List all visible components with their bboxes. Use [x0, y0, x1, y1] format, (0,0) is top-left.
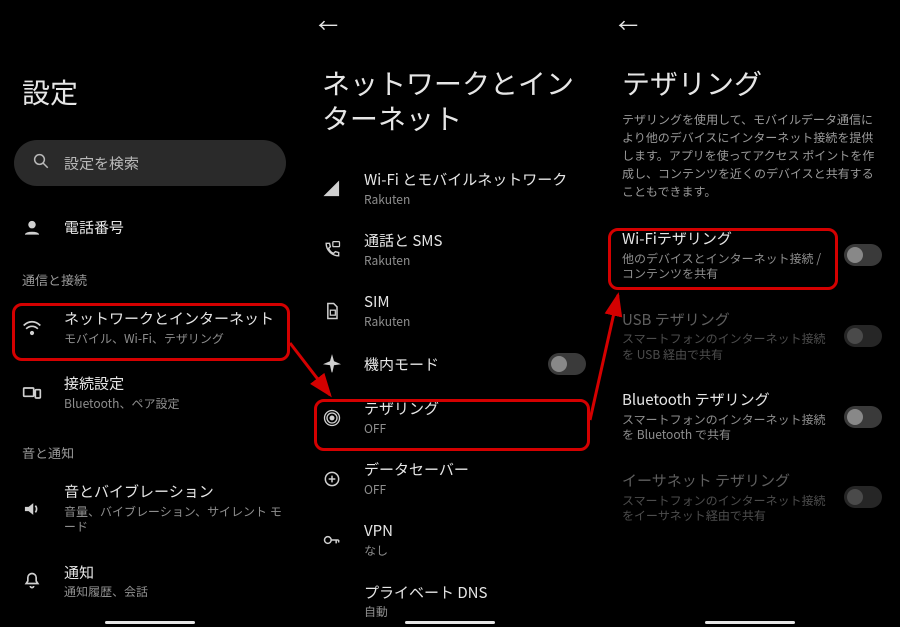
wifi-tether-item[interactable]: Wi-Fiテザリング 他のデバイスとインターネット接続 / コンテンツを共有 — [600, 215, 900, 296]
ether-tether-sub: スマートフォンのインターネット接続をイーサネット経由で共有 — [622, 493, 832, 524]
phone-number-item[interactable]: 電話番号 — [0, 204, 300, 252]
usb-tether-label: USB テザリング — [622, 310, 832, 330]
tethering-label: テザリング — [364, 399, 586, 419]
wifi-sub: Rakuten — [364, 192, 586, 208]
vpn-sub: なし — [364, 543, 586, 559]
page-title: 設定 — [0, 0, 300, 130]
section-sound-header: 音と通知 — [0, 425, 300, 468]
datasaver-sub: OFF — [364, 482, 586, 498]
nav-indicator — [705, 621, 795, 624]
ether-tether-label: イーサネット テザリング — [622, 471, 832, 491]
phone-label: 電話番号 — [64, 218, 286, 238]
page-title: ネットワークとインターネット — [300, 48, 600, 140]
wifi-tether-toggle[interactable] — [844, 244, 882, 266]
notification-label: 通知 — [64, 563, 286, 583]
section-connect-header: 通信と接続 — [0, 252, 300, 295]
sound-item[interactable]: 音とバイブレーション 音量、バイブレーション、サイレント モード — [0, 468, 300, 549]
network-sub: モバイル、Wi-Fi、テザリング — [64, 331, 286, 347]
wifi-icon — [20, 318, 44, 338]
ether-tether-toggle — [844, 486, 882, 508]
sim-icon — [320, 301, 344, 321]
airplane-toggle[interactable] — [548, 353, 586, 375]
wifi-tether-label: Wi-Fiテザリング — [622, 229, 832, 249]
bt-tether-toggle[interactable] — [844, 406, 882, 428]
back-icon[interactable]: ← — [618, 10, 638, 39]
search-icon — [32, 151, 50, 175]
sim-label: SIM — [364, 292, 586, 312]
airplane-icon — [320, 354, 344, 374]
airplane-item[interactable]: 機内モード — [300, 341, 600, 387]
nav-indicator — [105, 621, 195, 624]
sim-item[interactable]: SIM Rakuten — [300, 280, 600, 341]
ether-tether-item: イーサネット テザリング スマートフォンのインターネット接続をイーサネット経由で… — [600, 457, 900, 538]
usb-tether-item: USB テザリング スマートフォンのインターネット接続を USB 経由で共有 — [600, 296, 900, 377]
connected-label: 接続設定 — [64, 374, 286, 394]
bt-tether-item[interactable]: Bluetooth テザリング スマートフォンのインターネット接続を Bluet… — [600, 376, 900, 457]
airplane-label: 機内モード — [364, 355, 528, 375]
network-panel: ← ネットワークとインターネット Wi-Fi とモバイルネットワーク Rakut… — [300, 0, 600, 627]
search-settings[interactable]: 設定を検索 — [14, 140, 286, 186]
hotspot-icon — [320, 408, 344, 428]
wifi-mobile-item[interactable]: Wi-Fi とモバイルネットワーク Rakuten — [300, 158, 600, 219]
settings-root-panel: 設定 設定を検索 電話番号 通信と接続 ネットワークとインターネット モバイル、… — [0, 0, 300, 627]
datasaver-label: データセーバー — [364, 460, 586, 480]
phone-sms-icon — [320, 240, 344, 260]
datasaver-icon — [320, 469, 344, 489]
notification-item[interactable]: 通知 通知履歴、会話 — [0, 549, 300, 614]
network-label: ネットワークとインターネット — [64, 309, 286, 329]
sim-sub: Rakuten — [364, 314, 586, 330]
network-internet-item[interactable]: ネットワークとインターネット モバイル、Wi-Fi、テザリング — [0, 295, 300, 360]
bell-icon — [20, 571, 44, 591]
tethering-item[interactable]: テザリング OFF — [300, 387, 600, 448]
wifi-label: Wi-Fi とモバイルネットワーク — [364, 170, 586, 190]
page-title: テザリング — [600, 48, 900, 105]
connected-sub: Bluetooth、ペア設定 — [64, 396, 286, 412]
bt-tether-sub: スマートフォンのインターネット接続を Bluetooth で共有 — [622, 412, 832, 443]
sound-label: 音とバイブレーション — [64, 482, 286, 502]
wifi-tether-sub: 他のデバイスとインターネット接続 / コンテンツを共有 — [622, 251, 832, 282]
devices-icon — [20, 383, 44, 403]
notification-sub: 通知履歴、会話 — [64, 584, 286, 600]
nav-indicator — [405, 621, 495, 624]
calls-sub: Rakuten — [364, 253, 586, 269]
connected-devices-item[interactable]: 接続設定 Bluetooth、ペア設定 — [0, 360, 300, 425]
back-row: ← — [300, 0, 600, 48]
person-icon — [20, 218, 44, 238]
tethering-panel: ← テザリング テザリングを使用して、モバイルデータ通信により他のデバイスにイン… — [600, 0, 900, 627]
volume-icon — [20, 499, 44, 519]
tethering-sub: OFF — [364, 421, 586, 437]
search-placeholder: 設定を検索 — [64, 153, 139, 174]
tethering-description: テザリングを使用して、モバイルデータ通信により他のデバイスにインターネット接続を… — [600, 105, 900, 215]
vpn-item[interactable]: VPN なし — [300, 509, 600, 570]
back-icon[interactable]: ← — [318, 10, 338, 39]
privatedns-item[interactable]: プライベート DNS 自動 — [300, 571, 600, 624]
sound-sub: 音量、バイブレーション、サイレント モード — [64, 504, 286, 535]
vpn-icon — [320, 530, 344, 550]
bt-tether-label: Bluetooth テザリング — [622, 390, 832, 410]
calls-sms-item[interactable]: 通話と SMS Rakuten — [300, 219, 600, 280]
datasaver-item[interactable]: データセーバー OFF — [300, 448, 600, 509]
usb-tether-sub: スマートフォンのインターネット接続を USB 経由で共有 — [622, 331, 832, 362]
back-row: ← — [600, 0, 900, 48]
vpn-label: VPN — [364, 521, 586, 541]
signal-icon — [320, 179, 344, 199]
privatedns-label: プライベート DNS — [364, 583, 586, 603]
calls-label: 通話と SMS — [364, 231, 586, 251]
usb-tether-toggle — [844, 325, 882, 347]
privatedns-sub: 自動 — [364, 604, 586, 620]
